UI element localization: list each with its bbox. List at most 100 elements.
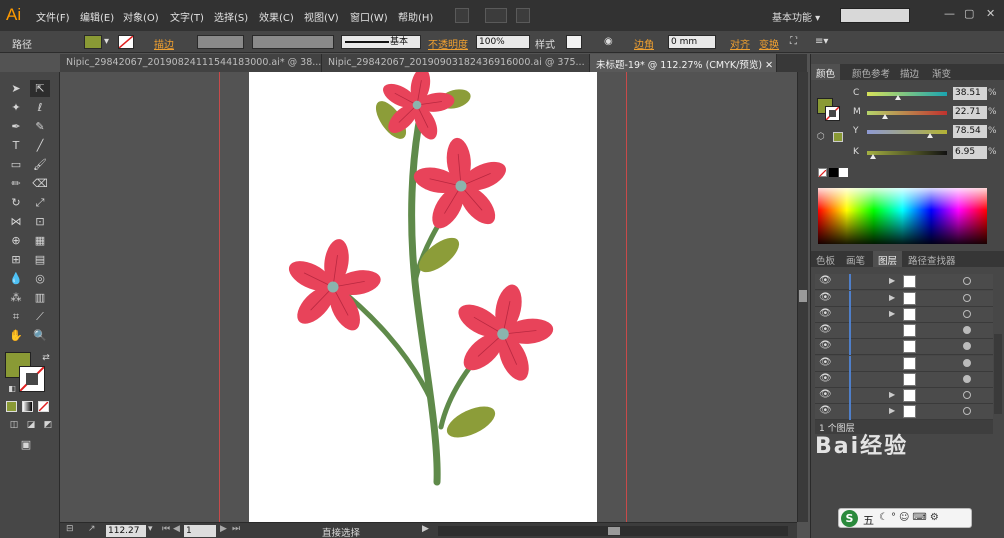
maximize-icon[interactable]: ▢ [964,7,974,20]
tab-layers[interactable]: 图层 [873,251,903,267]
yellow-knob[interactable] [926,133,933,138]
isolate-icon[interactable]: ⛶ [790,36,797,47]
line-tool-icon[interactable]: ╱ [30,137,50,154]
hand-tool-icon[interactable]: ✋ [6,327,26,344]
curvature-tool-icon[interactable]: ✎ [30,118,50,135]
next-page-icon[interactable]: ▶ [220,524,227,534]
magic-wand-tool-icon[interactable]: ✦ [6,99,26,116]
magenta-track[interactable] [867,111,947,115]
arrange-documents-icon[interactable] [485,8,507,23]
menu-view[interactable]: 视图(V) [304,9,339,24]
rotate-tool-icon[interactable]: ↻ [6,194,26,211]
zoom-field[interactable]: 112.27 [106,525,146,537]
magenta-slider-row[interactable]: M 22.71 % [851,106,1001,120]
ime-toolbar[interactable]: S 五 ☾°☺⌨⚙ [838,508,972,528]
eye-icon[interactable]: 👁 [819,292,832,303]
default-colors-icon[interactable]: ◧ [2,380,22,397]
draw-inside-icon[interactable]: ◩ [38,417,58,434]
ime-tools-icon[interactable]: ☾°☺⌨⚙ [879,512,942,523]
swap-fill-stroke-icon[interactable]: ⇄ [36,350,56,367]
export-icon[interactable]: ↗ [88,524,96,534]
minimize-icon[interactable]: — [944,7,955,20]
help-search-input[interactable] [840,8,910,23]
artboard-navigation-icon[interactable]: ⊟ [66,524,74,534]
target-circle-icon[interactable] [963,277,971,285]
column-graph-tool-icon[interactable]: ▥ [30,289,50,306]
yellow-value[interactable]: 78.54 [953,125,987,138]
target-circle-icon[interactable] [963,294,971,302]
menu-help[interactable]: 帮助(H) [398,9,433,24]
panel-menu-icon[interactable]: ≡▾ [815,36,828,47]
tab-pathfinder[interactable]: 路径查找器 [903,251,961,267]
graphic-style-swatch[interactable] [566,35,582,49]
pencil-tool-icon[interactable]: ✏ [6,175,26,192]
eye-icon[interactable]: 👁 [819,405,832,416]
cyan-track[interactable] [867,92,947,96]
layer-row[interactable]: 👁 ▶ [815,388,993,404]
layer-row[interactable]: 👁 ▶ [815,404,993,420]
menu-object[interactable]: 对象(O) [123,9,159,24]
transform-label[interactable]: 变换 [759,36,779,51]
layer-row[interactable]: 👁 [815,372,993,388]
tab-document-active[interactable]: 未标题-19* @ 112.27% (CMYK/预览) ✕ [590,54,777,72]
rectangle-tool-icon[interactable]: ▭ [6,156,26,173]
eye-icon[interactable]: 👁 [819,373,832,384]
slice-tool-icon[interactable]: ⟋ [30,308,50,325]
target-circle-icon[interactable] [963,342,971,350]
tab-stroke[interactable]: 描边 [895,64,924,80]
layers-scrollbar[interactable] [994,334,1002,414]
gradient-tool-icon[interactable]: ▤ [30,251,50,268]
tab-document-2[interactable]: Nipic_29842067_20190903182436916000.ai @… [322,54,590,72]
menu-select[interactable]: 选择(S) [214,9,248,24]
direct-selection-tool-icon[interactable]: ⇱ [30,80,50,97]
shape-builder-tool-icon[interactable]: ⊕ [6,232,26,249]
lasso-tool-icon[interactable]: ℓ [30,99,50,116]
color-mode-icon[interactable] [6,401,17,412]
eye-icon[interactable]: 👁 [819,324,832,335]
flower[interactable] [284,238,382,336]
magenta-knob[interactable] [882,114,889,119]
flower-center[interactable] [497,328,509,340]
stroke-label[interactable]: 描边 [154,36,174,51]
expand-triangle-icon[interactable]: ▶ [889,390,895,399]
mesh-tool-icon[interactable]: ⊞ [6,251,26,268]
tab-document-1[interactable]: Nipic_29842067_20190824111544183000.ai* … [60,54,322,72]
none-mode-icon[interactable] [38,401,49,412]
target-circle-icon[interactable] [963,326,971,334]
gradient-mode-icon[interactable] [22,401,33,412]
black-knob[interactable] [869,154,876,159]
flower-center[interactable] [327,281,339,293]
eye-icon[interactable]: 👁 [819,275,832,286]
stroke-weight-field[interactable] [197,35,244,49]
scroll-thumb[interactable] [799,290,807,302]
chevron-down-icon[interactable]: ▾ [148,524,153,534]
tab-color-guide[interactable]: 颜色参考 [847,64,895,80]
layer-row[interactable]: 👁 ▶ [815,291,993,307]
width-tool-icon[interactable]: ⋈ [6,213,26,230]
chevron-down-icon[interactable]: ▾ [104,36,109,47]
paintbrush-tool-icon[interactable]: 🖌 [30,156,50,173]
ime-mode-label[interactable]: 五 [863,512,874,528]
black-swatch[interactable] [829,168,838,177]
tab-brushes[interactable]: 画笔 [841,251,870,267]
black-track[interactable] [867,151,947,155]
none-swatch[interactable] [818,168,827,178]
target-circle-icon[interactable] [963,359,971,367]
bridge-icon[interactable] [455,8,469,23]
perspective-grid-tool-icon[interactable]: ▦ [30,232,50,249]
stroke-profile-select[interactable]: 基本 [341,35,421,49]
page-field[interactable]: 1 [184,525,216,537]
tab-color[interactable]: 颜色 [811,64,841,80]
black-slider-row[interactable]: K 6.95 % [851,146,1001,160]
blend-tool-icon[interactable]: ◎ [30,270,50,287]
gamut-swatch[interactable] [833,132,843,142]
align-label[interactable]: 对齐 [730,36,750,51]
layer-row[interactable]: 👁 [815,339,993,355]
target-circle-icon[interactable] [963,391,971,399]
tab-gradient[interactable]: 渐变 [927,64,956,80]
menu-effect[interactable]: 效果(C) [259,9,294,24]
eye-icon[interactable]: 👁 [819,389,832,400]
menu-type[interactable]: 文字(T) [170,9,204,24]
eraser-tool-icon[interactable]: ⌫ [30,175,50,192]
leaf[interactable] [442,400,499,444]
